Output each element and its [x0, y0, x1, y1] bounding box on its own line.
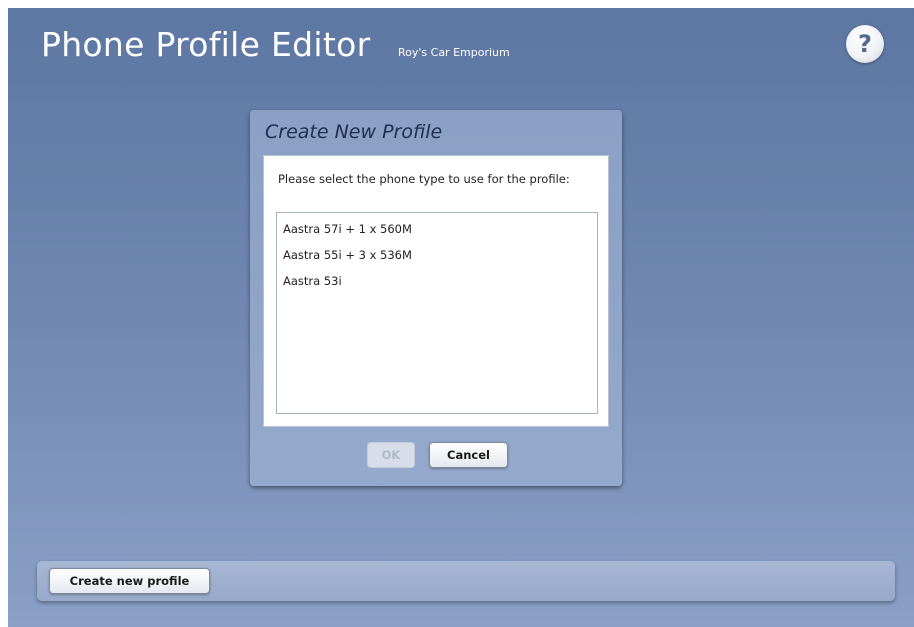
list-item-phone-type[interactable]: Aastra 57i + 1 x 560M [283, 222, 412, 236]
create-profile-dialog: Create New Profile Please select the pho… [250, 110, 622, 486]
cancel-button[interactable]: Cancel [429, 442, 508, 468]
app-window: Phone Profile Editor Roy's Car Emporium … [8, 8, 914, 627]
company-name: Roy's Car Emporium [398, 46, 510, 59]
list-item-phone-type[interactable]: Aastra 55i + 3 x 536M [283, 248, 412, 262]
dialog-panel: Please select the phone type to use for … [263, 155, 609, 427]
dialog-prompt: Please select the phone type to use for … [278, 172, 570, 186]
create-new-profile-button[interactable]: Create new profile [49, 568, 210, 594]
list-item-phone-type[interactable]: Aastra 53i [283, 274, 342, 288]
help-icon[interactable]: ? [846, 25, 884, 63]
phone-type-list[interactable]: Aastra 57i + 1 x 560M Aastra 55i + 3 x 5… [276, 212, 598, 414]
ok-button[interactable]: OK [367, 442, 415, 468]
app-title: Phone Profile Editor [41, 25, 371, 64]
bottom-toolbar: Create new profile [37, 561, 895, 601]
dialog-title: Create New Profile [265, 121, 443, 143]
